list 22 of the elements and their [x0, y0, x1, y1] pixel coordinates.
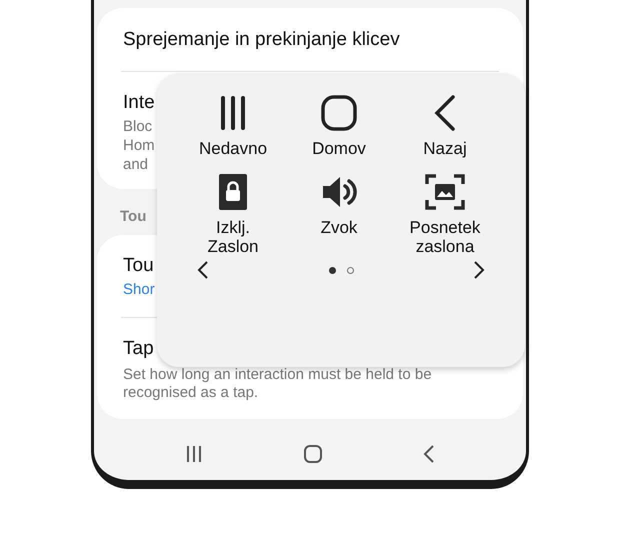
setting-title: Tap — [123, 337, 154, 361]
setting-description: and — [123, 155, 148, 174]
back-icon[interactable] — [422, 444, 436, 464]
screenshot-icon[interactable] — [424, 172, 466, 212]
setting-title: Sprejemanje in prekinjanje klicev — [123, 28, 400, 52]
chevron-left-icon[interactable] — [197, 260, 209, 280]
menu-item-label[interactable]: Izklj. Zaslon — [207, 218, 258, 256]
setting-description: Set how long an interaction must be held to be recognised as a tap. — [123, 366, 433, 402]
menu-item-label[interactable]: Zvok — [320, 218, 358, 237]
setting-description: Bloc — [123, 117, 152, 136]
menu-item-label[interactable]: Posnetek zaslona — [410, 218, 480, 256]
menu-item-label[interactable]: Nazaj — [423, 139, 467, 158]
home-icon[interactable] — [319, 93, 359, 133]
setting-title: Tou — [123, 254, 154, 278]
menu-item-label[interactable]: Domov — [312, 139, 366, 158]
home-icon[interactable] — [302, 444, 323, 464]
section-header: Tou — [120, 208, 146, 225]
chevron-right-icon[interactable] — [473, 260, 485, 280]
setting-value: Shor — [123, 280, 155, 299]
setting-title: Inte — [123, 91, 155, 115]
setting-description: Hom — [123, 136, 155, 155]
menu-item-label[interactable]: Nedavno — [198, 139, 268, 158]
